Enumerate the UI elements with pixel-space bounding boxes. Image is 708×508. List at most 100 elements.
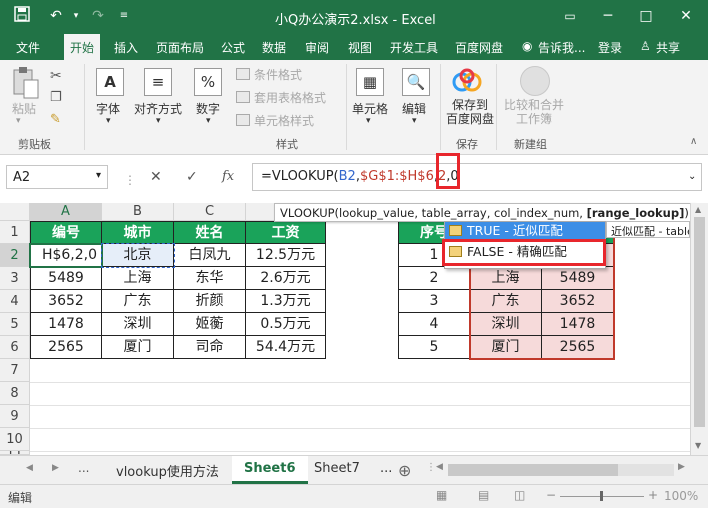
- cell-c4[interactable]: 折颜: [174, 290, 246, 313]
- row-header-7[interactable]: 7: [0, 359, 30, 382]
- cell-b3[interactable]: 上海: [102, 267, 174, 290]
- row-header-9[interactable]: 9: [0, 405, 30, 428]
- tab-data[interactable]: 数据: [262, 39, 286, 56]
- font-icon[interactable]: A: [96, 68, 124, 96]
- col-header-a[interactable]: A: [30, 203, 102, 221]
- expand-formula-icon[interactable]: ⌄: [688, 171, 696, 182]
- enter-formula-icon[interactable]: ✓: [186, 169, 198, 185]
- login-link[interactable]: 登录: [598, 39, 622, 56]
- tab-view[interactable]: 视图: [348, 39, 372, 56]
- cell-b4[interactable]: 广东: [102, 290, 174, 313]
- tab-formulas[interactable]: 公式: [221, 39, 245, 56]
- redo-icon[interactable]: ↷: [88, 6, 108, 26]
- row-header-6[interactable]: 6: [0, 336, 30, 359]
- page-layout-view-icon[interactable]: ▤: [478, 488, 489, 502]
- baidu-cloud-icon[interactable]: [452, 68, 482, 97]
- cell-a6[interactable]: 2565: [30, 336, 102, 359]
- tab-developer[interactable]: 开发工具: [390, 39, 438, 56]
- minimize-button[interactable]: ─: [598, 6, 618, 26]
- cells-button[interactable]: 单元格: [352, 100, 388, 117]
- edit-dropdown-icon[interactable]: ▾: [412, 116, 417, 126]
- scrollbar-thumb[interactable]: [694, 217, 705, 427]
- sheet-tab-vlookup[interactable]: vlookup使用方法: [104, 456, 231, 484]
- cell-d3[interactable]: 2.6万元: [246, 267, 326, 290]
- cell-d5[interactable]: 0.5万元: [246, 313, 326, 336]
- cell-d6[interactable]: 54.4万元: [246, 336, 326, 359]
- share-button[interactable]: 共享: [656, 39, 680, 56]
- format-painter-icon[interactable]: ✎: [50, 112, 61, 127]
- paste-icon[interactable]: [10, 66, 42, 99]
- alignment-button[interactable]: 对齐方式: [134, 100, 182, 117]
- save-to-baidu-button[interactable]: 保存到 百度网盘: [446, 98, 494, 126]
- scroll-down-icon[interactable]: ▼: [695, 441, 701, 450]
- tab-home[interactable]: 开始: [64, 34, 101, 60]
- customize-quick-access-icon[interactable]: ≡: [114, 6, 134, 26]
- cell-serial-2[interactable]: 2: [398, 267, 470, 290]
- tab-review[interactable]: 审阅: [305, 39, 329, 56]
- header-cell-id[interactable]: 编号: [30, 221, 102, 244]
- tab-insert[interactable]: 插入: [114, 39, 138, 56]
- undo-dropdown-icon[interactable]: ▾: [66, 6, 86, 26]
- cut-icon[interactable]: ✂: [50, 68, 62, 84]
- collapse-ribbon-icon[interactable]: ∧: [690, 136, 697, 147]
- number-button[interactable]: 数字: [196, 100, 220, 117]
- align-dropdown-icon[interactable]: ▾: [156, 116, 161, 126]
- zoom-slider[interactable]: [560, 491, 644, 501]
- hscroll-left-icon[interactable]: ◀: [436, 462, 443, 472]
- row-header-5[interactable]: 5: [0, 313, 30, 336]
- font-button[interactable]: 字体: [96, 100, 120, 117]
- sheet-split-handle[interactable]: ⋮: [426, 462, 436, 473]
- table-format-button[interactable]: 套用表格格式: [254, 89, 326, 106]
- cell-serial-3[interactable]: 3: [398, 290, 470, 313]
- cell-d4[interactable]: 1.3万元: [246, 290, 326, 313]
- tab-page-layout[interactable]: 页面布局: [156, 39, 204, 56]
- edit-icon[interactable]: 🔍: [402, 68, 430, 96]
- horizontal-scrollbar[interactable]: [448, 464, 674, 476]
- vertical-scrollbar[interactable]: ▲ ▼: [690, 203, 708, 455]
- cell-b5[interactable]: 深圳: [102, 313, 174, 336]
- number-dropdown-icon[interactable]: ▾: [206, 116, 211, 126]
- cell-serial-5[interactable]: 5: [398, 336, 470, 359]
- cell-serial-4[interactable]: 4: [398, 313, 470, 336]
- undo-icon[interactable]: ↶: [46, 6, 66, 26]
- prev-sheet-icon[interactable]: ◀: [26, 463, 33, 473]
- save-icon[interactable]: [12, 6, 32, 26]
- cell-a4[interactable]: 3652: [30, 290, 102, 313]
- autocomplete-item-true[interactable]: TRUE - 近似匹配: [445, 222, 605, 239]
- cell-c5[interactable]: 姬蘅: [174, 313, 246, 336]
- zoom-slider-thumb[interactable]: [600, 491, 603, 501]
- sheet-tab-sheet6[interactable]: Sheet6: [232, 456, 308, 484]
- col-header-b[interactable]: B: [102, 203, 174, 221]
- cell-c6[interactable]: 司命: [174, 336, 246, 359]
- copy-icon[interactable]: ❐: [50, 90, 62, 105]
- ribbon-display-icon[interactable]: ▭: [560, 6, 580, 26]
- row-header-1[interactable]: 1: [0, 221, 30, 244]
- header-cell-salary[interactable]: 工资: [246, 221, 326, 244]
- font-dropdown-icon[interactable]: ▾: [106, 116, 111, 126]
- cell-d2[interactable]: 12.5万元: [246, 244, 326, 267]
- cell-a5[interactable]: 1478: [30, 313, 102, 336]
- worksheet-grid[interactable]: A B C D 1 2 3 4 5 6 7 8 9 10 11 编号 城市 姓名…: [0, 203, 708, 455]
- hscroll-right-icon[interactable]: ▶: [678, 462, 685, 472]
- tell-me-input[interactable]: 告诉我...: [538, 39, 585, 56]
- header-cell-city[interactable]: 城市: [102, 221, 174, 244]
- name-box[interactable]: A2 ▾: [6, 165, 108, 189]
- name-box-dropdown-icon[interactable]: ▾: [96, 170, 101, 181]
- zoom-level[interactable]: 100%: [664, 489, 698, 503]
- conditional-format-button[interactable]: 条件格式: [254, 66, 302, 83]
- compare-merge-button[interactable]: 比较和合并 工作簿: [504, 98, 564, 126]
- cell-c2[interactable]: 白凤九: [174, 244, 246, 267]
- cells-icon[interactable]: ▦: [356, 68, 384, 96]
- row-header-10[interactable]: 10: [0, 428, 30, 451]
- select-all-corner[interactable]: [0, 203, 30, 221]
- normal-view-icon[interactable]: ▦: [436, 488, 447, 502]
- cancel-formula-icon[interactable]: ✕: [150, 169, 162, 185]
- tab-baidu-pan[interactable]: 百度网盘: [455, 39, 503, 56]
- more-sheets-left[interactable]: ...: [78, 461, 89, 475]
- cell-style-button[interactable]: 单元格样式: [254, 112, 314, 129]
- lightbulb-icon[interactable]: ◉: [522, 39, 532, 53]
- cell-a3[interactable]: 5489: [30, 267, 102, 290]
- formula-bar-drag-handle[interactable]: ⋮: [124, 173, 136, 187]
- zoom-out-icon[interactable]: −: [546, 488, 556, 502]
- cells-dropdown-icon[interactable]: ▾: [366, 116, 371, 126]
